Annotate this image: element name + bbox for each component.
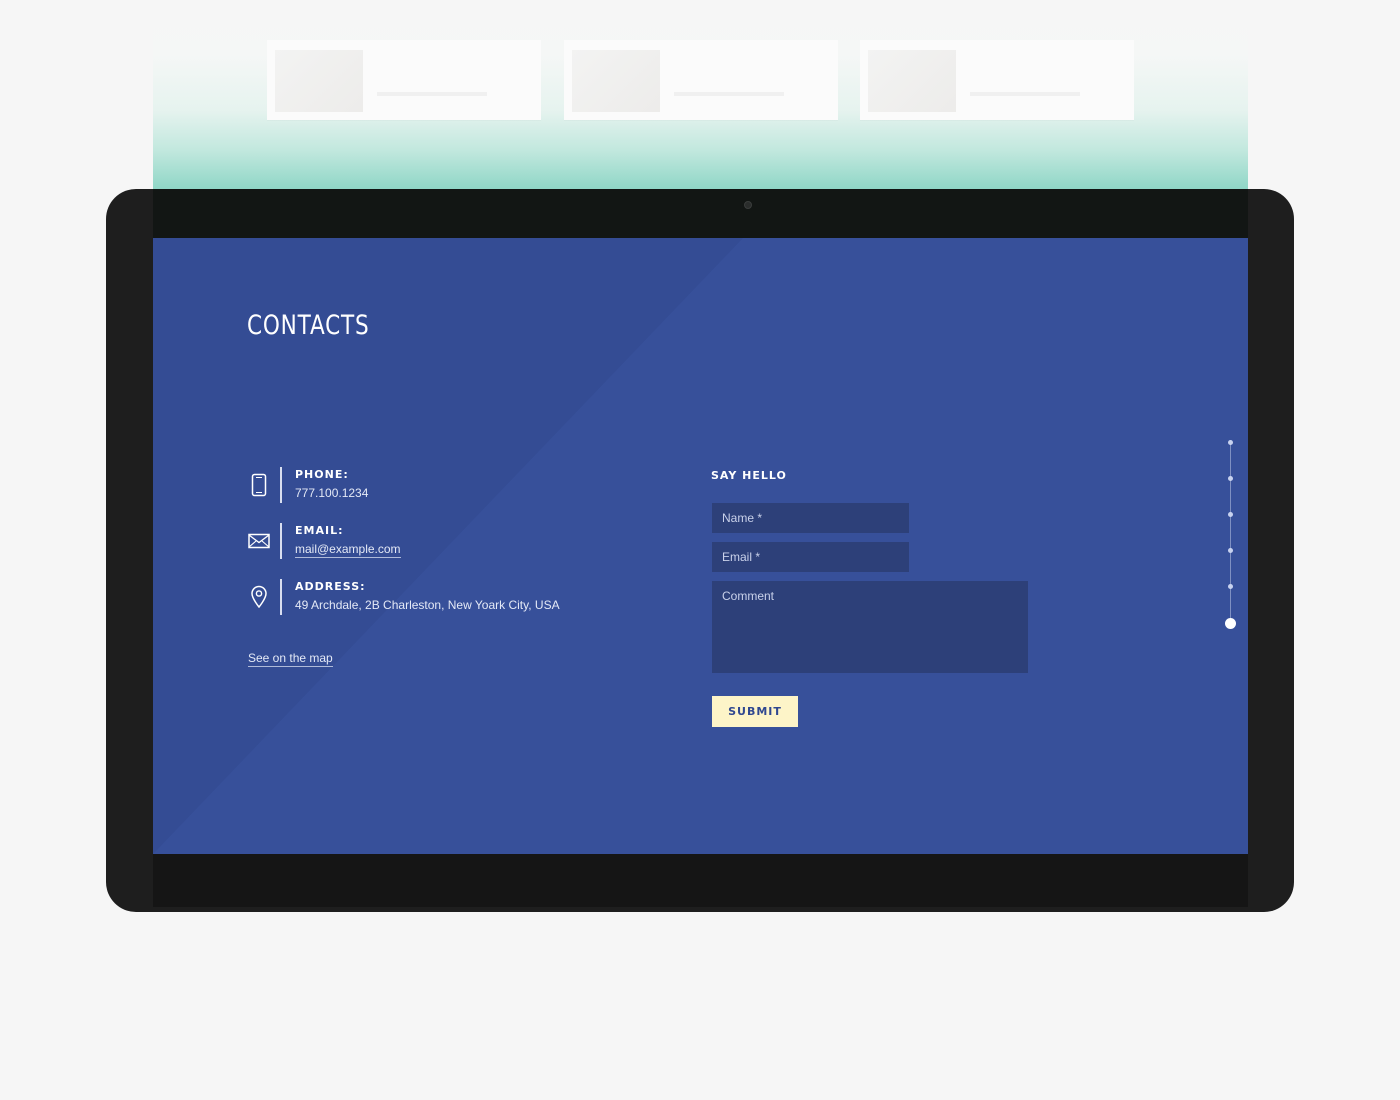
preview-card xyxy=(860,40,1134,120)
contact-divider xyxy=(280,523,282,559)
contacts-section: CONTACTS PHONE: 777.100.1234 EMAIL: mail… xyxy=(153,238,1248,854)
camera-icon xyxy=(744,201,752,209)
device-top-bezel xyxy=(153,189,1248,238)
comment-textarea[interactable] xyxy=(712,581,1028,673)
preview-card xyxy=(564,40,838,120)
submit-button[interactable]: SUBMIT xyxy=(712,696,798,727)
mockup-stage: CONTACTS PHONE: 777.100.1234 EMAIL: mail… xyxy=(0,0,1400,1100)
page-title: CONTACTS xyxy=(247,310,370,341)
preview-text-line xyxy=(674,92,784,96)
section-nav-dot[interactable] xyxy=(1228,512,1233,517)
email-link[interactable]: mail@example.com xyxy=(295,542,401,558)
name-input[interactable] xyxy=(712,503,909,533)
section-nav-track xyxy=(1230,442,1231,622)
phone-icon xyxy=(248,467,270,503)
map-pin-icon xyxy=(248,579,270,615)
section-nav-dot[interactable] xyxy=(1228,584,1233,589)
device-bottom-bezel xyxy=(153,854,1248,907)
email-label: EMAIL: xyxy=(295,524,344,537)
see-on-map-link[interactable]: See on the map xyxy=(248,651,333,667)
address-label: ADDRESS: xyxy=(295,580,366,593)
address-value: 49 Archdale, 2B Charleston, New Yoark Ci… xyxy=(295,598,560,612)
email-input[interactable] xyxy=(712,542,909,572)
phone-label: PHONE: xyxy=(295,468,349,481)
contact-divider xyxy=(280,467,282,503)
section-nav-dot[interactable] xyxy=(1228,440,1233,445)
preview-card xyxy=(267,40,541,120)
envelope-icon xyxy=(248,523,270,559)
section-nav-dot[interactable] xyxy=(1228,476,1233,481)
section-nav-dot[interactable] xyxy=(1228,548,1233,553)
preview-text-line xyxy=(377,92,487,96)
preview-thumbnail xyxy=(868,50,956,112)
form-heading: SAY HELLO xyxy=(711,469,787,482)
contact-divider xyxy=(280,579,282,615)
section-nav-dots xyxy=(1220,436,1240,636)
section-nav-dot-active[interactable] xyxy=(1225,618,1236,629)
preview-text-line xyxy=(970,92,1080,96)
phone-value: 777.100.1234 xyxy=(295,486,369,500)
background-page-preview xyxy=(153,0,1248,200)
preview-thumbnail xyxy=(572,50,660,112)
preview-thumbnail xyxy=(275,50,363,112)
